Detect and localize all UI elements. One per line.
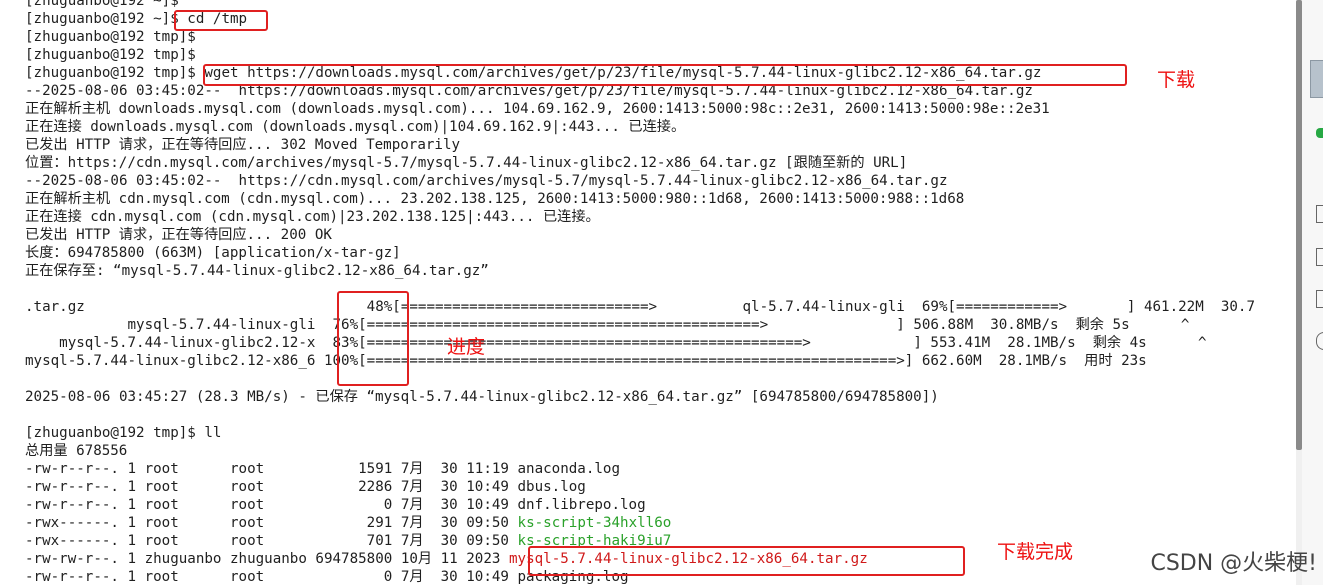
progress-percent-highlight <box>337 291 409 386</box>
terminal-line: [zhuguanbo@192 tmp]$ <box>25 28 196 46</box>
terminal-line: 长度：694785800 (663M) [application/x-tar-g… <box>25 244 401 262</box>
terminal-line-text: 长度：694785800 (663M) [application/x-tar-g… <box>25 245 401 261</box>
side-box-icon <box>1316 205 1323 223</box>
terminal-line: .tar.gz 48%[============================… <box>25 298 1255 316</box>
wget-command-highlight <box>203 64 1127 86</box>
terminal-line-text: [zhuguanbo@192 tmp]$ <box>25 29 196 45</box>
terminal-line: -rw-r--r--. 1 root root 1591 7月 30 11:19… <box>25 460 620 478</box>
terminal-line-text: -rwx------. 1 root root 291 7月 30 09:50 <box>25 515 518 531</box>
terminal-line: -rw-r--r--. 1 root root 2286 7月 30 10:49… <box>25 478 586 496</box>
side-green-dot-icon <box>1316 128 1323 138</box>
terminal-window[interactable]: [zhuguanbo@192 ~]$ [zhuguanbo@192 ~]$ cd … <box>0 0 1296 585</box>
terminal-line-text: [zhuguanbo@192 ~]$ <box>25 0 179 9</box>
terminal-line: --2025-08-06 03:45:02-- https://cdn.mysq… <box>25 172 948 190</box>
terminal-line-text: 总用量 678556 <box>25 443 128 459</box>
terminal-line: 正在连接 downloads.mysql.com (downloads.mysq… <box>25 118 685 136</box>
terminal-line-text: mysql-5.7.44-linux-glibc2.12-x86_6 100%[… <box>25 353 1147 369</box>
terminal-line-text: 正在解析主机 cdn.mysql.com (cdn.mysql.com)... … <box>25 191 965 207</box>
terminal-line-text: mysql-5.7.44-linux-glibc2.12-x 83%[=====… <box>25 335 1207 351</box>
download-annotation: 下载 <box>1157 69 1196 91</box>
terminal-line: [zhuguanbo@192 tmp]$ ll <box>25 424 221 442</box>
terminal-line-text: [zhuguanbo@192 tmp]$ ll <box>25 425 222 441</box>
terminal-line: -rwx------. 1 root root 291 7月 30 09:50 … <box>25 514 671 532</box>
terminal-line: 2025-08-06 03:45:27 (28.3 MB/s) - 已保存 “m… <box>25 388 939 406</box>
terminal-line-text: .tar.gz 48%[============================… <box>25 299 1255 315</box>
terminal-line: mysql-5.7.44-linux-glibc2.12-x 83%[=====… <box>25 334 1207 352</box>
terminal-line-text: --2025-08-06 03:45:02-- https://cdn.mysq… <box>25 173 948 189</box>
terminal-line: mysql-5.7.44-linux-gli 76%[=============… <box>25 316 1189 334</box>
side-box-icon <box>1316 248 1323 266</box>
terminal-line-text: -rw-r--r--. 1 root root 1591 7月 30 11:19… <box>25 461 621 477</box>
downloaded-file-highlight <box>528 546 965 576</box>
terminal-line: 已发出 HTTP 请求，正在等待回应... 302 Moved Temporar… <box>25 136 460 154</box>
side-arc-icon <box>1316 332 1323 350</box>
cd-command-highlight <box>174 10 268 31</box>
terminal-line: -rw-r--r--. 1 root root 0 7月 30 10:49 dn… <box>25 496 646 514</box>
side-window-thumbnail <box>1310 60 1323 98</box>
terminal-line-text: 已发出 HTTP 请求，正在等待回应... 200 OK <box>25 227 332 243</box>
terminal-line: mysql-5.7.44-linux-glibc2.12-x86_6 100%[… <box>25 352 1147 370</box>
terminal-line: 正在连接 cdn.mysql.com (cdn.mysql.com)|23.20… <box>25 208 600 226</box>
terminal-line-text: -rw-rw-r--. 1 zhuguanbo zhuguanbo 694785… <box>25 551 509 567</box>
terminal-line: 正在解析主机 cdn.mysql.com (cdn.mysql.com)... … <box>25 190 964 208</box>
terminal-line-text: -rw-r--r--. 1 root root 0 7月 30 10:49 dn… <box>25 497 646 513</box>
terminal-line: [zhuguanbo@192 ~]$ <box>25 0 179 10</box>
terminal-line-text: 正在连接 downloads.mysql.com (downloads.mysq… <box>25 119 686 135</box>
highlighted-filename: ks-script-34hxll6o <box>517 515 672 531</box>
desktop-side-strip <box>1302 0 1323 585</box>
terminal-line-text: mysql-5.7.44-linux-gli 76%[=============… <box>25 317 1190 333</box>
terminal-line-text: 2025-08-06 03:45:27 (28.3 MB/s) - 已保存 “m… <box>25 389 939 405</box>
terminal-line-text: 正在解析主机 downloads.mysql.com (downloads.my… <box>25 101 1050 117</box>
terminal-line-text: 已发出 HTTP 请求，正在等待回应... 302 Moved Temporar… <box>25 137 461 153</box>
download-complete-annotation: 下载完成 <box>997 541 1074 563</box>
side-box-icon <box>1316 290 1323 308</box>
terminal-line-text: [zhuguanbo@192 tmp]$ <box>25 47 196 63</box>
terminal-line: 已发出 HTTP 请求，正在等待回应... 200 OK <box>25 226 332 244</box>
terminal-line-text: 正在保存至: “mysql-5.7.44-linux-glibc2.12-x86… <box>25 263 489 279</box>
terminal-line: [zhuguanbo@192 tmp]$ <box>25 46 196 64</box>
terminal-line: 总用量 678556 <box>25 442 127 460</box>
terminal-line: 位置：https://cdn.mysql.com/archives/mysql-… <box>25 154 907 172</box>
terminal-line-text: -rw-r--r--. 1 root root 2286 7月 30 10:49… <box>25 479 586 495</box>
progress-annotation: 进度 <box>447 336 486 358</box>
terminal-line-text: 正在连接 cdn.mysql.com (cdn.mysql.com)|23.20… <box>25 209 600 225</box>
terminal-line-text: -rwx------. 1 root root 701 7月 30 09:50 <box>25 533 518 549</box>
csdn-watermark: CSDN @火柴梗! <box>1150 551 1317 576</box>
terminal-line: 正在保存至: “mysql-5.7.44-linux-glibc2.12-x86… <box>25 262 489 280</box>
terminal-line: 正在解析主机 downloads.mysql.com (downloads.my… <box>25 100 1050 118</box>
terminal-line-text: 位置：https://cdn.mysql.com/archives/mysql-… <box>25 155 908 171</box>
